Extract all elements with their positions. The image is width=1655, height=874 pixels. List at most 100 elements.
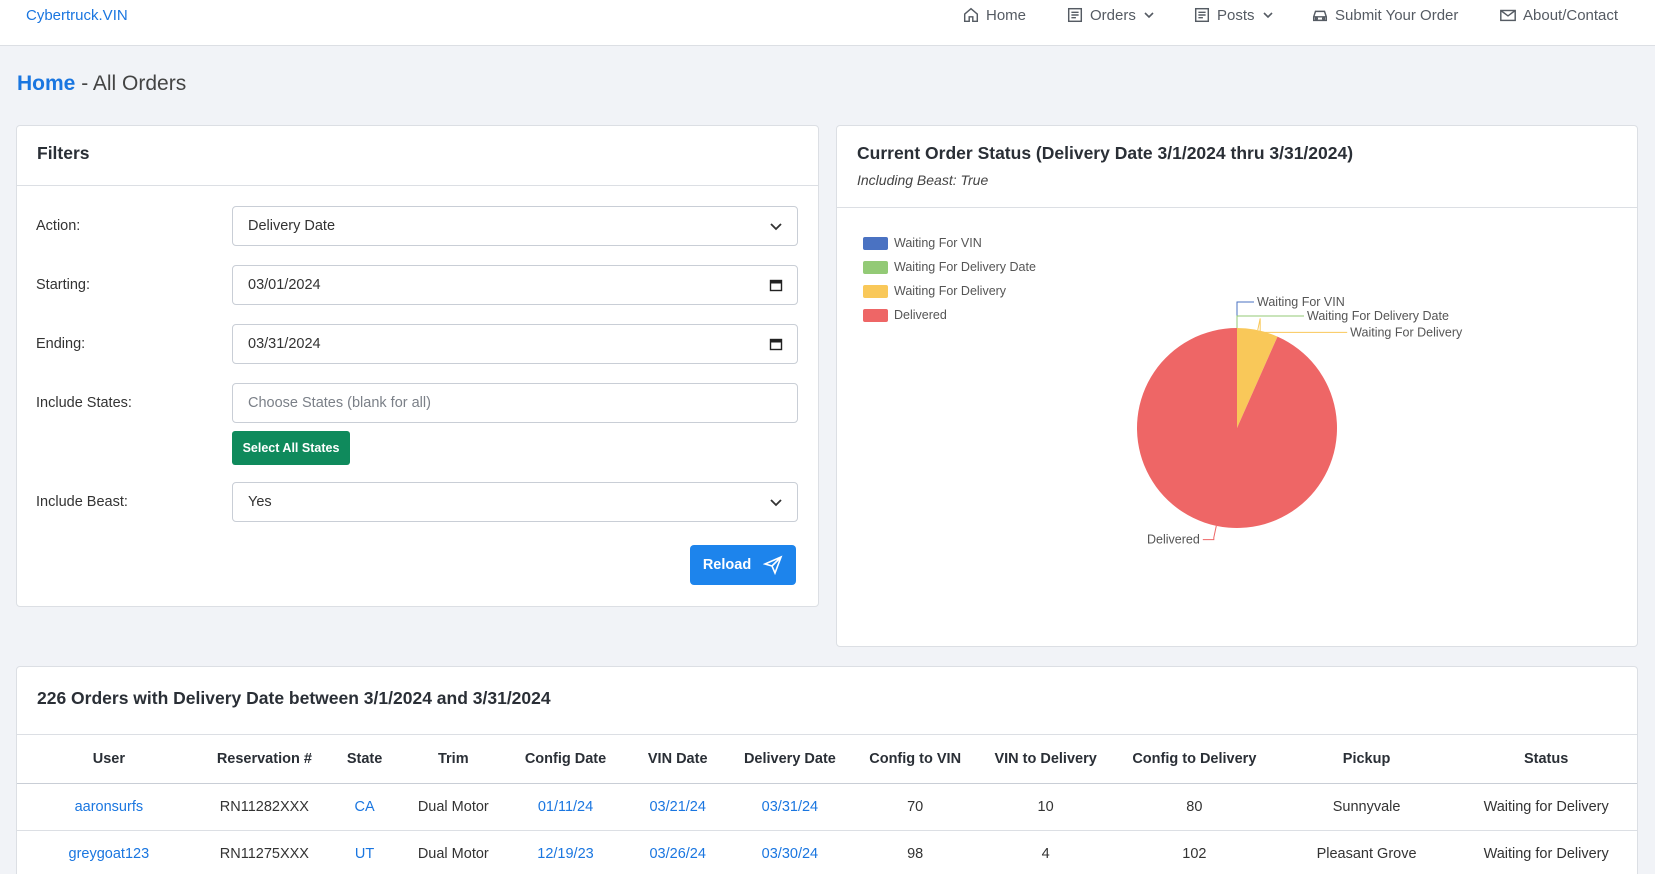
column-header[interactable]: User (17, 735, 201, 784)
nav-orders-label: Orders (1090, 6, 1136, 24)
action-label: Action: (36, 218, 81, 234)
ending-date-input[interactable]: 03/31/2024 (232, 324, 798, 364)
table-cell: RN11275XXX (200, 830, 329, 874)
calendar-icon[interactable] (769, 278, 783, 292)
pie-chart: Waiting For VINWaiting For Delivery Date… (1137, 295, 1463, 547)
table-cell: RN11282XXX (200, 783, 329, 831)
beast-select[interactable]: Yes (232, 482, 798, 522)
nav-posts[interactable]: Posts (1193, 6, 1273, 24)
table-cell-link[interactable]: UT (328, 830, 402, 874)
column-header[interactable]: Reservation # (200, 735, 329, 784)
ending-date-value: 03/31/2024 (248, 336, 321, 352)
nav-about-label: About/Contact (1523, 6, 1619, 24)
table-cell-link[interactable]: 03/21/24 (625, 783, 730, 831)
nav-orders[interactable]: Orders (1066, 6, 1154, 24)
table-cell: 4 (980, 830, 1111, 874)
action-select[interactable]: Delivery Date (232, 206, 798, 246)
chevron-down-icon (1144, 12, 1154, 19)
nav-submit-order[interactable]: Submit Your Order (1311, 6, 1458, 24)
table-cell-link[interactable]: greygoat123 (17, 830, 201, 874)
table-cell: Waiting for Delivery (1455, 830, 1637, 874)
list-icon (1067, 7, 1083, 23)
chevron-down-icon (1262, 12, 1273, 19)
column-header[interactable]: VIN to Delivery (980, 735, 1111, 784)
states-input[interactable]: Choose States (blank for all) (232, 383, 798, 423)
breadcrumb-current: All Orders (92, 72, 187, 95)
ending-label: Ending: (36, 336, 86, 352)
calendar-icon[interactable] (769, 337, 783, 351)
pie-slice[interactable] (1137, 328, 1337, 528)
home-icon (963, 7, 979, 23)
column-header[interactable]: Trim (401, 735, 506, 784)
chevron-down-icon (770, 223, 782, 231)
starting-label: Starting: (36, 277, 90, 293)
pie-slice-label: Waiting For Delivery (1350, 325, 1463, 339)
car-icon (1312, 10, 1328, 22)
pie-leader-line (1202, 525, 1217, 541)
nav-home[interactable]: Home (962, 6, 1026, 24)
table-cell-link[interactable]: 03/31/24 (729, 783, 850, 831)
pie-leader-line (1236, 301, 1254, 328)
table-cell: 80 (1110, 783, 1278, 831)
table-cell-link[interactable]: 01/11/24 (505, 783, 626, 831)
column-header[interactable]: Config Date (505, 735, 626, 784)
filters-title: Filters (37, 143, 90, 163)
table-cell: 70 (849, 783, 981, 831)
mail-icon (1500, 9, 1516, 22)
table-cell: 98 (849, 830, 981, 874)
select-all-states-button[interactable]: Select All States (232, 431, 350, 465)
table-cell-link[interactable]: aaronsurfs (17, 783, 201, 831)
table-cell: 10 (980, 783, 1111, 831)
breadcrumb-separator: - (75, 72, 93, 95)
nav-about[interactable]: About/Contact (1499, 6, 1618, 24)
filters-header: Filters (17, 126, 818, 186)
pie-slice-label: Waiting For Delivery Date (1307, 309, 1449, 323)
table-cell: Pleasant Grove (1277, 830, 1456, 874)
states-placeholder: Choose States (blank for all) (248, 395, 431, 411)
pie-leader-line (1236, 315, 1304, 328)
starting-date-value: 03/01/2024 (248, 277, 321, 293)
table-cell-link[interactable]: CA (328, 783, 402, 831)
table-header-row: User Reservation # State Trim Config Date VIN… (17, 735, 1637, 784)
filters-card: Filters Action: Delivery Date Starting: … (16, 125, 819, 607)
breadcrumb: Home - All Orders (17, 72, 186, 96)
nav-home-label: Home (986, 6, 1027, 24)
column-header[interactable]: Config to VIN (849, 735, 981, 784)
brand-link[interactable]: Cybertruck.VIN (26, 7, 128, 24)
breadcrumb-home-link[interactable]: Home (17, 72, 75, 95)
pie-slice-label: Delivered (1147, 533, 1200, 547)
table-cell: Sunnyvale (1277, 783, 1456, 831)
states-label: Include States: (36, 395, 132, 411)
action-select-value: Delivery Date (248, 218, 336, 234)
column-header[interactable]: VIN Date (625, 735, 730, 784)
nav-posts-label: Posts (1217, 6, 1255, 24)
table-cell: Dual Motor (401, 783, 506, 831)
beast-select-value: Yes (248, 494, 272, 510)
table-cell-link[interactable]: 12/19/23 (505, 830, 626, 874)
chevron-down-icon (770, 499, 782, 507)
table-cell: Dual Motor (401, 830, 506, 874)
table-cell-link[interactable]: 03/30/24 (729, 830, 850, 874)
pie-slice-label: Waiting For VIN (1257, 295, 1345, 309)
column-header[interactable]: State (328, 735, 402, 784)
orders-card: 226 Orders with Delivery Date between 3/… (16, 666, 1638, 874)
table-cell: 102 (1110, 830, 1278, 874)
column-header[interactable]: Config to Delivery (1110, 735, 1278, 784)
orders-title: 226 Orders with Delivery Date between 3/… (37, 688, 551, 708)
table-cell-link[interactable]: 03/26/24 (625, 830, 730, 874)
column-header[interactable]: Pickup (1277, 735, 1456, 784)
reload-button[interactable]: Reload (690, 545, 796, 585)
table-row: aaronsurfs RN11282XXX CA Dual Motor 01/11/24… (17, 783, 1637, 831)
orders-header: 226 Orders with Delivery Date between 3/… (17, 667, 1637, 735)
orders-table: User Reservation # State Trim Config Date VIN… (17, 735, 1637, 874)
status-chart-card: Current Order Status (Delivery Date 3/1/… (836, 125, 1638, 647)
nav-submit-order-label: Submit Your Order (1335, 6, 1459, 24)
beast-label: Include Beast: (36, 494, 128, 510)
list-icon (1194, 7, 1210, 23)
column-header[interactable]: Status (1455, 735, 1637, 784)
reload-label: Reload (702, 557, 752, 573)
send-icon (763, 555, 783, 575)
column-header[interactable]: Delivery Date (729, 735, 850, 784)
table-cell: Waiting for Delivery (1455, 783, 1637, 831)
starting-date-input[interactable]: 03/01/2024 (232, 265, 798, 305)
